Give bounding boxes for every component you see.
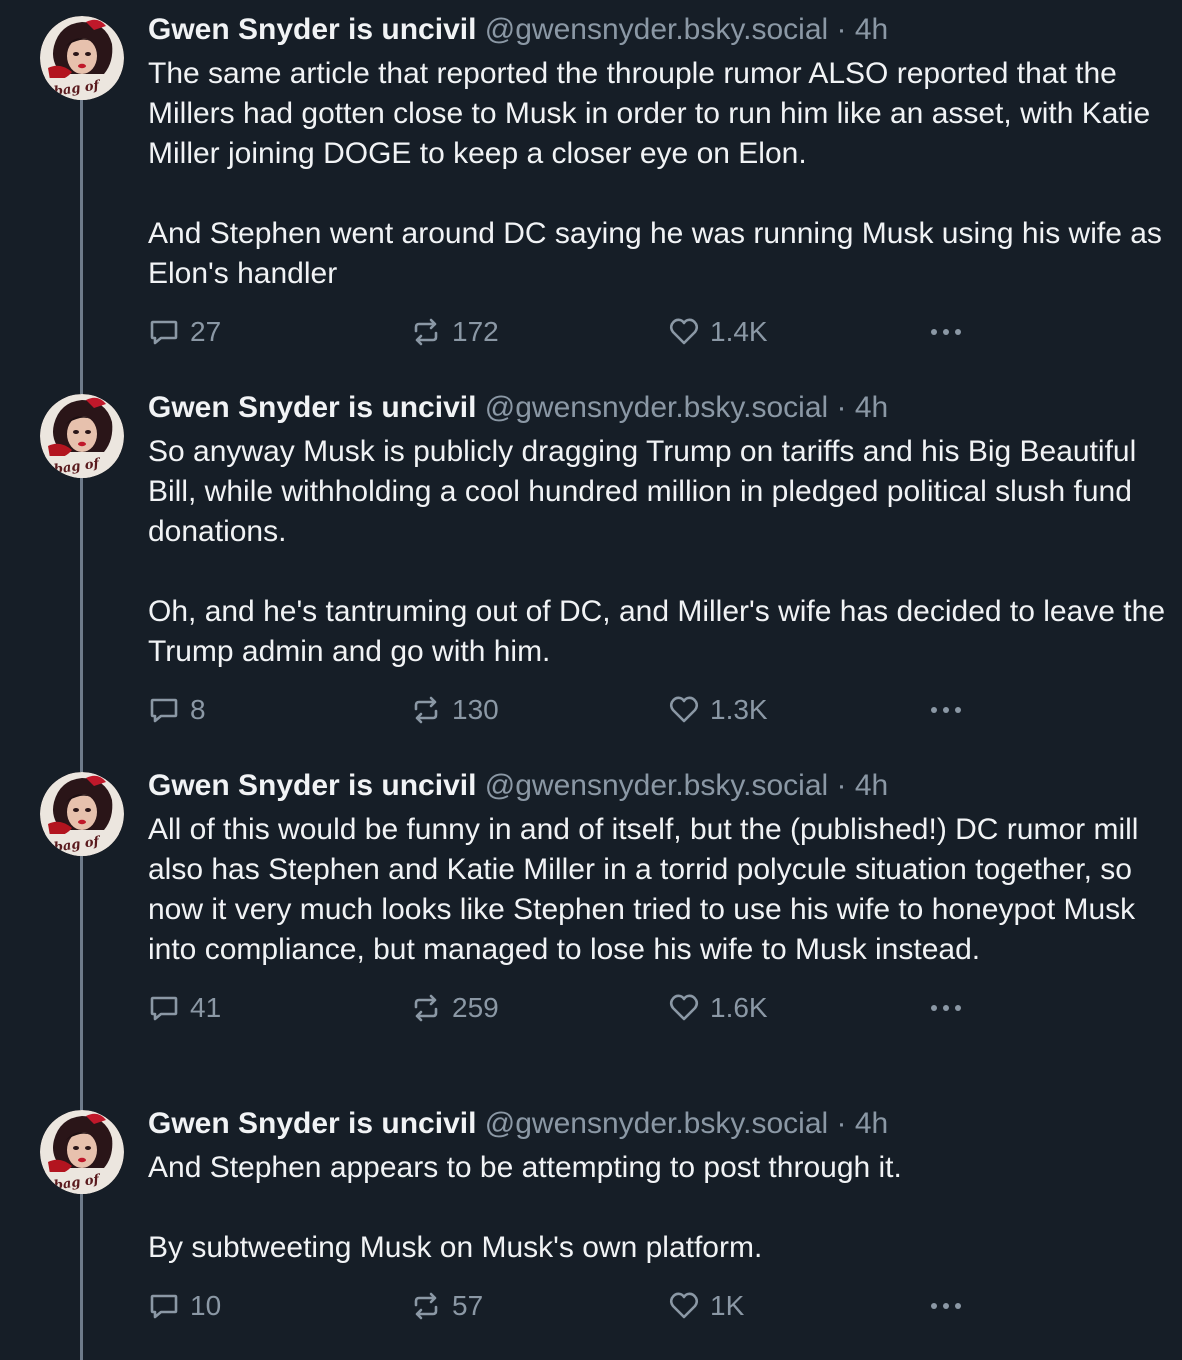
repost-count: 57 [452,1290,484,1321]
like-button[interactable]: 1.4K [668,312,768,352]
thread: bag of Gwen Snyder is uncivil @gwensnyde… [0,0,1182,1360]
repost-button[interactable]: 172 [410,312,499,352]
post-header: Gwen Snyder is uncivil @gwensnyder.bsky.… [148,766,1168,806]
author-handle[interactable]: @gwensnyder.bsky.social [485,1107,828,1140]
repost-icon [414,1292,438,1320]
avatar[interactable]: bag of [40,1110,124,1194]
post-content: Gwen Snyder is uncivil @gwensnyder.bsky.… [148,378,1168,730]
author-handle[interactable]: @gwensnyder.bsky.social [485,391,828,424]
author-name[interactable]: Gwen Snyder is uncivil [148,13,476,46]
post-header: Gwen Snyder is uncivil @gwensnyder.bsky.… [148,388,1168,428]
post-actions: 27 172 1.4K [148,312,1168,352]
like-icon [669,696,699,723]
reply-button[interactable]: 8 [148,690,206,730]
separator: · [836,1107,847,1140]
post-content: Gwen Snyder is uncivil @gwensnyder.bsky.… [148,756,1168,1028]
post-actions: 8 130 1.3K [148,690,1168,730]
post-paragraph: And Stephen went around DC saying he was… [148,217,1162,290]
post-time[interactable]: 4h [855,391,888,424]
post-paragraph: By subtweeting Musk on Musk's own platfo… [148,1231,763,1264]
reply-count: 10 [190,1290,222,1321]
author-name[interactable]: Gwen Snyder is uncivil [148,1107,476,1140]
reply-button[interactable]: 41 [148,988,221,1028]
post-text: The same article that reported the throu… [148,54,1168,294]
post-paragraph: All of this would be funny in and of its… [148,813,1139,966]
post-actions: 10 57 1K [148,1286,1168,1326]
reply-icon [150,1294,178,1319]
reply-icon [150,996,178,1021]
post-paragraph: And Stephen appears to be attempting to … [148,1151,902,1184]
like-button[interactable]: 1.6K [668,988,768,1028]
post-paragraph: Oh, and he's tantruming out of DC, and M… [148,595,1166,668]
post-content: Gwen Snyder is uncivil @gwensnyder.bsky.… [148,1094,1168,1326]
author-handle[interactable]: @gwensnyder.bsky.social [485,769,828,802]
like-icon [669,994,699,1021]
reply-count: 41 [190,992,222,1023]
post-text: And Stephen appears to be attempting to … [148,1148,1168,1268]
repost-button[interactable]: 57 [410,1286,483,1326]
reply-button[interactable]: 27 [148,312,221,352]
author-handle[interactable]: @gwensnyder.bsky.social [485,13,828,46]
repost-button[interactable]: 130 [410,690,499,730]
reply-count: 27 [190,316,222,347]
more-icon [931,329,961,335]
post-header: Gwen Snyder is uncivil @gwensnyder.bsky.… [148,1104,1168,1144]
more-options-button[interactable] [928,1286,964,1326]
repost-icon [414,994,438,1022]
post-header: Gwen Snyder is uncivil @gwensnyder.bsky.… [148,10,1168,50]
author-name[interactable]: Gwen Snyder is uncivil [148,769,476,802]
avatar[interactable]: bag of [40,772,124,856]
reply-icon [150,320,178,345]
more-options-button[interactable] [928,312,964,352]
more-icon [931,1005,961,1011]
post-time[interactable]: 4h [855,13,888,46]
post-paragraph: The same article that reported the throu… [148,57,1151,170]
post-text: All of this would be funny in and of its… [148,810,1168,970]
post-paragraph: So anyway Musk is publicly dragging Trum… [148,435,1137,548]
reply-button[interactable]: 10 [148,1286,221,1326]
post-text: So anyway Musk is publicly dragging Trum… [148,432,1168,672]
more-options-button[interactable] [928,690,964,730]
like-count: 1.3K [710,694,768,725]
like-count: 1.4K [710,316,768,347]
more-options-button[interactable] [928,988,964,1028]
post-time[interactable]: 4h [855,769,888,802]
separator: · [836,391,847,424]
post-time[interactable]: 4h [855,1107,888,1140]
more-icon [931,1303,961,1309]
repost-icon [414,318,438,346]
avatar[interactable]: bag of [40,394,124,478]
reply-icon [150,698,178,723]
separator: · [836,769,847,802]
repost-count: 130 [452,694,499,725]
like-count: 1K [710,1290,745,1321]
like-button[interactable]: 1.3K [668,690,768,730]
like-icon [669,1292,699,1319]
more-icon [931,707,961,713]
post-actions: 41 259 1.6K [148,988,1168,1028]
like-icon [669,318,699,345]
like-count: 1.6K [710,992,768,1023]
separator: · [836,13,847,46]
like-button[interactable]: 1K [668,1286,744,1326]
author-name[interactable]: Gwen Snyder is uncivil [148,391,476,424]
avatar[interactable]: bag of [40,16,124,100]
post-content: Gwen Snyder is uncivil @gwensnyder.bsky.… [148,0,1168,352]
repost-count: 259 [452,992,499,1023]
repost-button[interactable]: 259 [410,988,499,1028]
repost-count: 172 [452,316,499,347]
repost-icon [414,696,438,724]
reply-count: 8 [190,694,206,725]
